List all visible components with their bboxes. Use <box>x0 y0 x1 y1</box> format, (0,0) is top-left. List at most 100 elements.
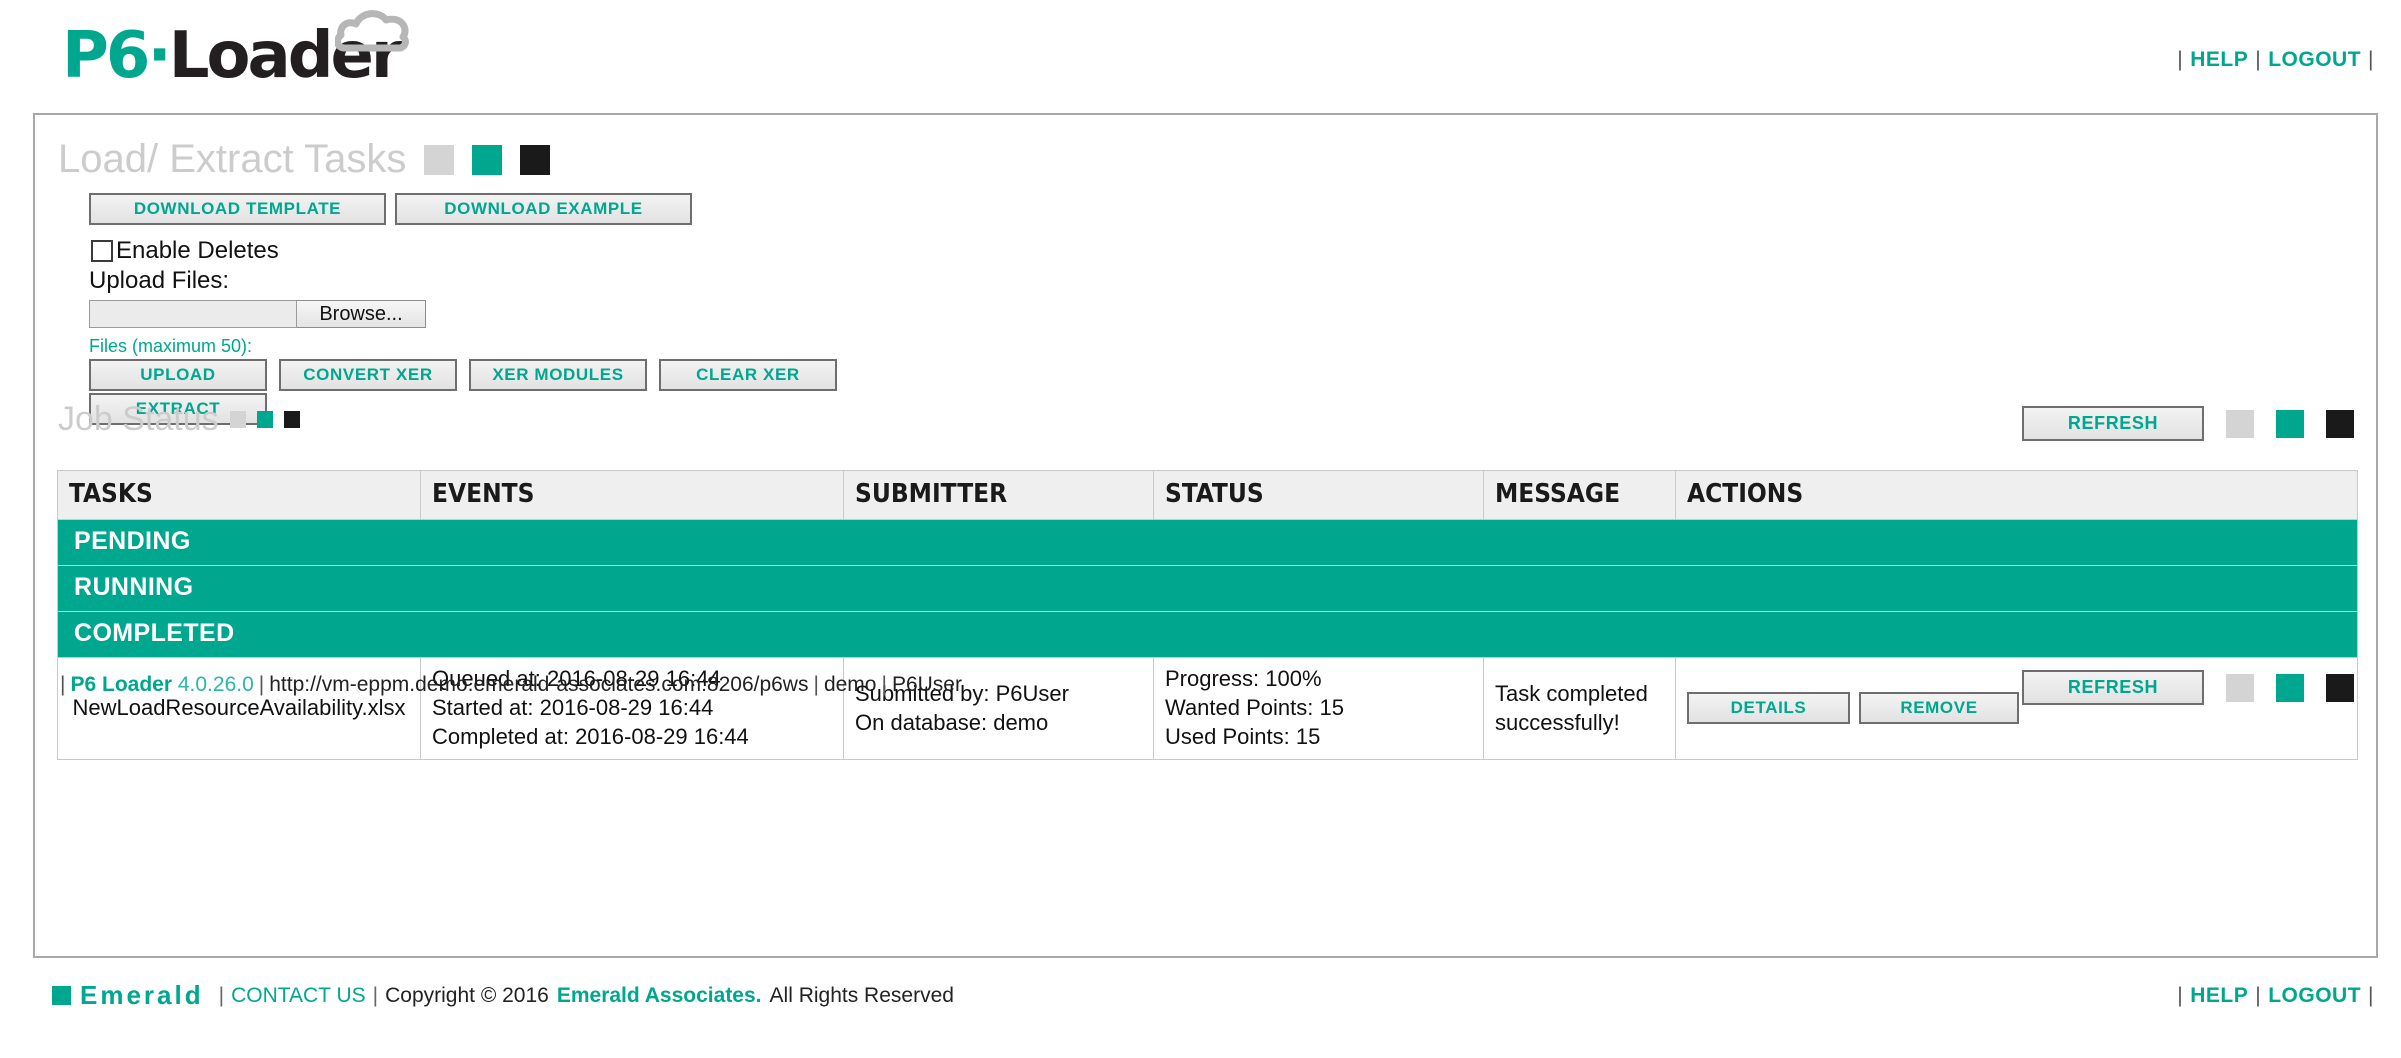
column-header-actions: ACTIONS <box>1675 470 2358 520</box>
status-progress: Progress: 100% <box>1165 666 1322 691</box>
refresh-bar-bottom: REFRESH <box>2022 670 2354 705</box>
footer-company: Emerald Associates. <box>556 983 762 1007</box>
remove-button[interactable]: REMOVE <box>1859 691 2019 724</box>
event-started: Started at: 2016-08-29 16:44 <box>432 695 714 721</box>
details-button[interactable]: DETAILS <box>1687 691 1850 724</box>
browse-button[interactable]: Browse... <box>297 300 426 328</box>
status-wanted-points: Wanted Points: 15 <box>1165 695 1344 721</box>
section-row-running: RUNNING <box>57 565 2358 612</box>
legend-black-square-icon <box>520 144 551 175</box>
header-sep-3: | <box>2368 48 2374 71</box>
footer-sep-4: | <box>2255 984 2262 1007</box>
file-path-input[interactable] <box>89 300 297 328</box>
logo-p6-text: P6 <box>62 19 150 93</box>
footer-sep-3: | <box>2177 984 2184 1007</box>
enable-deletes-row: Enable Deletes <box>91 237 279 265</box>
footer-sep-2: | <box>372 983 379 1007</box>
table-header-row: TASKS EVENTS SUBMITTER STATUS MESSAGE AC… <box>57 470 2358 520</box>
section-row-completed: COMPLETED <box>57 611 2358 658</box>
files-maximum-label: Files (maximum 50): <box>89 336 253 356</box>
enable-deletes-label: Enable Deletes <box>116 237 279 264</box>
column-header-submitter: SUBMITTER <box>843 470 1154 520</box>
footer-left: Emerald | CONTACT US | Copyright © 2016 … <box>52 980 954 1011</box>
refresh-top-teal-square-icon <box>2276 409 2304 438</box>
refresh-button-bottom[interactable]: REFRESH <box>2022 670 2204 705</box>
legend-teal-square-icon <box>472 144 503 175</box>
emerald-logo-text: Emerald <box>80 980 204 1010</box>
status-used-points: Used Points: 15 <box>1165 724 1321 750</box>
emerald-square-icon <box>52 986 71 1005</box>
download-buttons-row: DOWNLOAD TEMPLATE DOWNLOAD EXAMPLE <box>89 193 692 225</box>
footer-right-links: | HELP | LOGOUT | <box>2170 984 2381 1008</box>
footer-help-link[interactable]: HELP <box>2190 984 2248 1007</box>
upload-button[interactable]: UPLOAD <box>89 359 267 391</box>
app-logo: P6·Loader <box>62 10 410 88</box>
footer-rights: All Rights Reserved <box>769 983 954 1007</box>
job-legend-black-square-icon <box>283 411 300 428</box>
refresh-bottom-black-square-icon <box>2326 673 2354 702</box>
xer-modules-button[interactable]: XER MODULES <box>469 359 647 391</box>
cloud-icon <box>335 10 410 52</box>
status-sep-1: | <box>258 673 265 696</box>
section-label-running: RUNNING <box>57 565 2358 612</box>
load-extract-tasks-header: Load/ Extract Tasks <box>58 137 551 182</box>
refresh-top-black-square-icon <box>2326 409 2354 438</box>
load-extract-tasks-title: Load/ Extract Tasks <box>58 137 407 181</box>
footer-sep-5: | <box>2368 984 2374 1007</box>
section-label-pending: PENDING <box>57 519 2358 566</box>
enable-deletes-checkbox[interactable] <box>91 240 113 262</box>
footer-sep-1: | <box>218 983 225 1007</box>
contact-us-link[interactable]: CONTACT US <box>231 984 366 1008</box>
status-database: demo <box>823 673 877 696</box>
job-status-table: TASKS EVENTS SUBMITTER STATUS MESSAGE AC… <box>57 470 2358 761</box>
page-footer: Emerald | CONTACT US | Copyright © 2016 … <box>0 968 2401 1058</box>
cell-status: Progress: 100% Wanted Points: 15 Used Po… <box>1153 656 1484 761</box>
task-action-buttons-row-1: UPLOAD CONVERT XER XER MODULES CLEAR XER <box>89 359 837 391</box>
on-database: On database: demo <box>855 709 1049 735</box>
section-label-completed: COMPLETED <box>57 611 2358 658</box>
refresh-bottom-teal-square-icon <box>2276 673 2304 702</box>
status-sep-0: | <box>60 673 66 696</box>
status-version: 4.0.26.0 <box>177 673 254 696</box>
download-template-button[interactable]: DOWNLOAD TEMPLATE <box>89 193 386 225</box>
header-sep-1: | <box>2177 48 2184 71</box>
upload-files-label: Upload Files: <box>89 267 230 294</box>
refresh-top-gray-square-icon <box>2226 409 2254 438</box>
job-legend-gray-square-icon <box>229 411 246 428</box>
footer-copyright: Copyright © 2016 <box>385 983 549 1007</box>
column-header-message: MESSAGE <box>1483 470 1676 520</box>
job-legend-teal-square-icon <box>256 411 273 428</box>
clear-xer-button[interactable]: CLEAR XER <box>659 359 837 391</box>
footer-logout-link[interactable]: LOGOUT <box>2268 984 2361 1007</box>
logo-wordmark: P6·Loader <box>62 10 410 88</box>
status-url: http://vm-eppm.demo.emerald-associates.c… <box>269 673 809 696</box>
header-links: | HELP | LOGOUT | <box>2170 48 2381 72</box>
logo-dot-text: · <box>147 19 171 93</box>
main-panel: Load/ Extract Tasks DOWNLOAD TEMPLATE DO… <box>33 113 2378 958</box>
file-upload-row: Browse... <box>89 300 426 328</box>
job-status-title-row: Job Status <box>58 400 300 439</box>
header-help-link[interactable]: HELP <box>2190 48 2248 71</box>
status-user: P6User <box>891 673 962 696</box>
cell-message: Task completed successfully! <box>1483 656 1676 761</box>
header-logout-link[interactable]: LOGOUT <box>2268 48 2361 71</box>
refresh-bar-top: REFRESH <box>2022 406 2354 441</box>
column-header-events: EVENTS <box>420 470 844 520</box>
status-sep-3: | <box>881 673 887 696</box>
job-status-title: Job Status <box>58 400 219 438</box>
event-completed: Completed at: 2016-08-29 16:44 <box>432 724 749 750</box>
header-sep-2: | <box>2255 48 2262 71</box>
convert-xer-button[interactable]: CONVERT XER <box>279 359 457 391</box>
column-header-tasks: TASKS <box>57 470 421 520</box>
legend-gray-square-icon <box>424 144 455 175</box>
load-extract-tasks-title-row: Load/ Extract Tasks <box>58 137 551 182</box>
status-bar: | P6 Loader 4.0.26.0 | http://vm-eppm.demo.… <box>55 673 962 697</box>
status-sep-2: | <box>813 673 819 696</box>
job-status-header: Job Status <box>58 400 300 439</box>
refresh-bottom-gray-square-icon <box>2226 673 2254 702</box>
column-header-status: STATUS <box>1153 470 1484 520</box>
download-example-button[interactable]: DOWNLOAD EXAMPLE <box>395 193 692 225</box>
page-header: P6·Loader | HELP | LOGOUT | <box>0 0 2401 113</box>
refresh-button-top[interactable]: REFRESH <box>2022 406 2204 441</box>
section-row-pending: PENDING <box>57 519 2358 566</box>
